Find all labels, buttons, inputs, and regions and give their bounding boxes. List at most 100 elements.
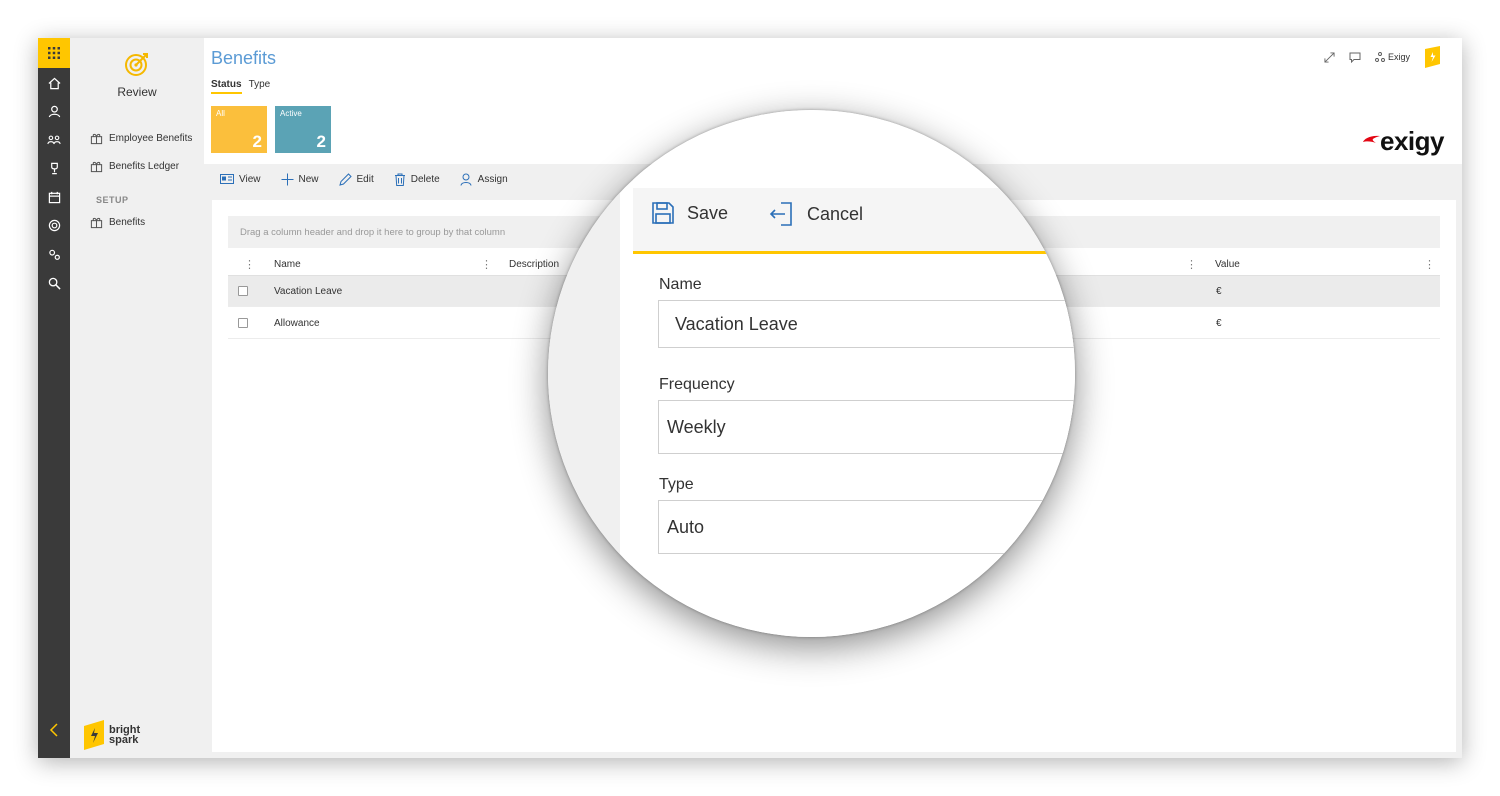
assign-person-icon (460, 173, 472, 186)
plus-icon (281, 173, 293, 185)
nav-item-label: Benefits (109, 216, 146, 228)
collapse-rail-button[interactable] (38, 718, 70, 742)
tile-label: All (216, 109, 225, 118)
filter-tabs: Status Type (211, 79, 270, 94)
org-icon (1375, 52, 1385, 62)
trash-icon (394, 173, 405, 186)
column-menu-icon[interactable]: ⋮ (1186, 252, 1197, 276)
edit-form-toolbar: Save Cancel (633, 188, 1075, 254)
rail-home-button[interactable] (38, 71, 70, 95)
delete-button[interactable]: Delete (394, 173, 440, 186)
assign-label: Assign (477, 173, 508, 185)
nav-item-setup-benefits[interactable]: Benefits (90, 214, 145, 230)
view-button[interactable]: View (220, 174, 261, 185)
avatar[interactable] (1424, 46, 1442, 68)
pencil-icon (338, 172, 352, 186)
exigy-swoosh-icon (1363, 135, 1380, 143)
grid-icon (48, 47, 60, 59)
search-icon (48, 277, 61, 290)
cell-name: Vacation Leave (274, 286, 343, 297)
app-launcher-button[interactable] (38, 38, 70, 68)
team-icon (47, 135, 61, 144)
chat-icon[interactable] (1349, 52, 1361, 63)
bright-spark-logo: bright spark (82, 720, 140, 750)
edit-button[interactable]: Edit (338, 172, 374, 186)
tile-label: Active (280, 109, 302, 118)
cancel-button[interactable]: Cancel (769, 201, 863, 227)
module-review[interactable]: Review (70, 50, 204, 99)
new-button[interactable]: New (281, 173, 319, 186)
side-nav: Review Employee Benefits Benefits Ledger… (70, 38, 204, 758)
cell-name: Allowance (274, 318, 320, 329)
nav-item-label: Benefits Ledger (109, 160, 180, 172)
exigy-logo: exigy (1362, 126, 1445, 157)
rail-calendar-button[interactable] (38, 185, 70, 209)
cancel-label: Cancel (807, 203, 864, 224)
module-review-label: Review (117, 85, 157, 99)
save-label: Save (687, 202, 729, 223)
header-actions: Exigy (1324, 46, 1442, 68)
column-header-value[interactable]: Value (1215, 252, 1240, 276)
delete-label: Delete (410, 173, 440, 185)
trophy-icon (50, 162, 58, 174)
name-field[interactable]: Vacation Leave (658, 300, 1075, 348)
tile-all[interactable]: All 2 (211, 106, 267, 153)
benefits-icon (90, 133, 103, 144)
nav-item-benefits-ledger[interactable]: Benefits Ledger (90, 158, 179, 174)
row-checkbox[interactable] (238, 286, 248, 296)
new-label: New (298, 173, 319, 185)
type-field-label: Type (659, 476, 694, 493)
home-icon (48, 77, 60, 89)
nav-item-employee-benefits[interactable]: Employee Benefits (90, 130, 192, 146)
column-header-name[interactable]: Name (274, 252, 301, 276)
tile-active[interactable]: Active 2 (275, 106, 331, 153)
type-select[interactable]: Auto (658, 500, 1075, 554)
edit-form-panel: Save Cancel Name Vacation Leave Frequenc… (633, 110, 1075, 637)
frequency-select[interactable]: Weekly (658, 400, 1075, 454)
cancel-exit-icon (769, 202, 792, 226)
gears-icon (48, 249, 60, 260)
assign-button[interactable]: Assign (460, 173, 508, 186)
edit-label: Edit (356, 173, 374, 185)
column-menu-icon[interactable]: ⋮ (1424, 252, 1435, 276)
cell-value: € (1216, 318, 1222, 329)
row-checkbox[interactable] (238, 318, 248, 328)
target-icon (48, 219, 60, 231)
exigy-logo-text: exigy (1380, 126, 1445, 156)
column-menu-icon[interactable]: ⋮ (481, 252, 492, 276)
rail-settings-button[interactable] (38, 242, 70, 266)
view-label: View (239, 173, 261, 185)
calendar-icon (48, 191, 60, 203)
magnified-edit-form: Save Cancel Name Vacation Leave Frequenc… (548, 110, 1075, 637)
tab-status[interactable]: Status (211, 79, 242, 94)
user-menu[interactable]: Exigy (1375, 52, 1410, 62)
rail-search-button[interactable] (38, 271, 70, 295)
person-icon (48, 105, 60, 117)
rail-target-button[interactable] (38, 213, 70, 237)
benefits-icon (90, 217, 103, 228)
column-menu-icon[interactable]: ⋮ (244, 252, 255, 276)
cell-value: € (1216, 286, 1222, 297)
nav-section-setup: SETUP (96, 195, 129, 205)
rail-person-button[interactable] (38, 99, 70, 123)
bright-spark-mark-icon (84, 720, 104, 750)
tile-count: 2 (316, 132, 326, 151)
brand-line-2: spark (109, 734, 139, 746)
review-target-icon (125, 53, 148, 76)
frequency-field-label: Frequency (659, 376, 735, 393)
page-title: Benefits (211, 48, 277, 68)
icon-rail (38, 38, 70, 758)
tab-type[interactable]: Type (249, 79, 271, 94)
view-card-icon (220, 174, 234, 184)
save-button[interactable]: Save (651, 201, 728, 225)
magnified-background (548, 110, 620, 637)
tile-count: 2 (252, 132, 262, 151)
chevron-left-icon (49, 723, 58, 737)
user-name: Exigy (1387, 52, 1410, 62)
rail-trophy-button[interactable] (38, 156, 70, 180)
name-field-label: Name (659, 276, 702, 293)
nav-item-label: Employee Benefits (109, 132, 193, 144)
save-floppy-icon (652, 202, 674, 224)
rail-team-button[interactable] (38, 128, 70, 152)
fullscreen-icon[interactable] (1324, 51, 1335, 63)
